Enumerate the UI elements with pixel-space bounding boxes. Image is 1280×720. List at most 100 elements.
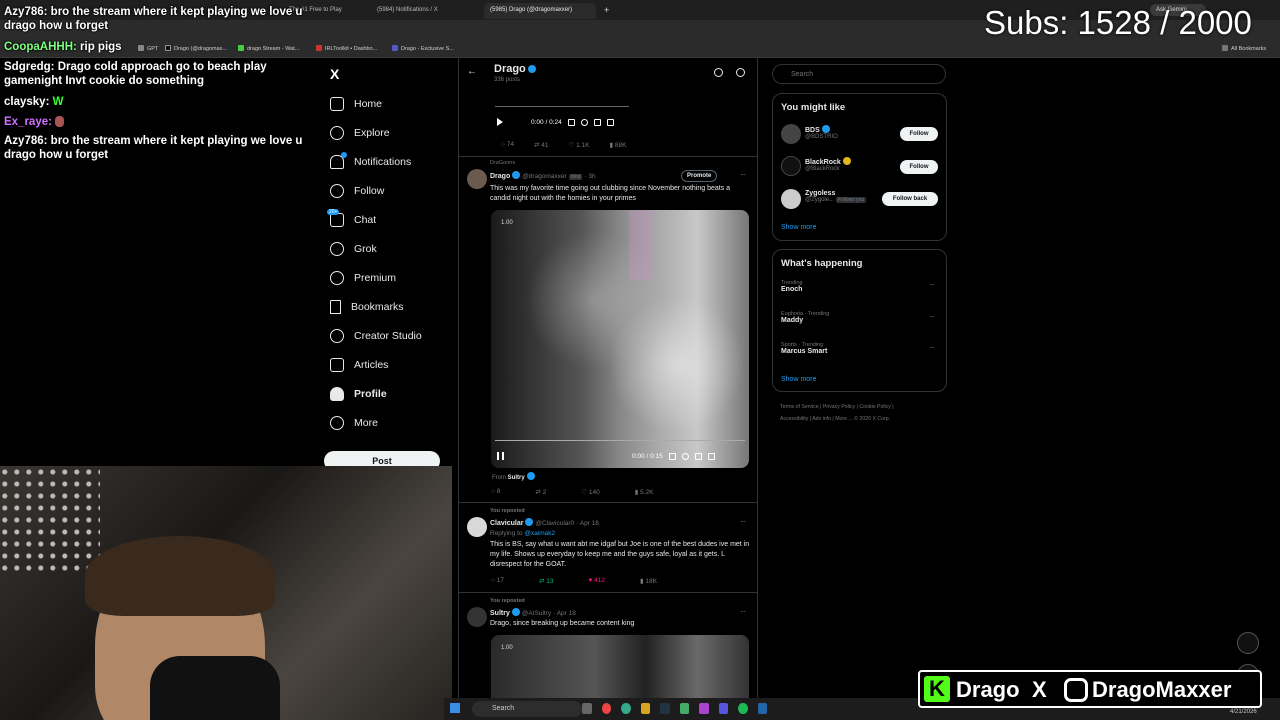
post-author-handle[interactable]: @AISultry bbox=[522, 610, 551, 617]
footer-link[interactable]: More ... bbox=[835, 416, 853, 422]
pip-icon[interactable] bbox=[694, 452, 702, 460]
more-options-icon[interactable]: ··· bbox=[929, 343, 935, 352]
folder-icon[interactable] bbox=[640, 703, 650, 714]
nav-chat[interactable]: 20+ Chat bbox=[327, 209, 376, 227]
settings-icon[interactable] bbox=[681, 452, 689, 460]
volume-icon[interactable] bbox=[668, 452, 676, 460]
browser-tab-active[interactable]: (5985) Drago (@dragomaxxer) bbox=[484, 3, 596, 19]
more-options-icon[interactable]: ··· bbox=[929, 280, 935, 289]
avatar[interactable] bbox=[467, 169, 487, 189]
replying-to-link[interactable]: @xaimak2 bbox=[524, 530, 555, 537]
trend-item[interactable]: Trending Enoch bbox=[781, 280, 803, 293]
more-options-icon[interactable]: ··· bbox=[740, 170, 746, 179]
reply-count[interactable]: ○ 8 bbox=[491, 488, 500, 496]
app-icon[interactable] bbox=[757, 703, 767, 714]
follow-button[interactable]: Follow bbox=[900, 160, 938, 174]
view-count[interactable]: ▮ 18K bbox=[640, 577, 657, 585]
post-time[interactable]: · Apr 18 bbox=[553, 610, 576, 617]
more-options-icon[interactable]: ··· bbox=[740, 607, 746, 616]
search-input[interactable]: Search bbox=[772, 64, 946, 84]
footer-link[interactable]: Privacy Policy bbox=[823, 404, 855, 410]
nav-creator-studio[interactable]: Creator Studio bbox=[330, 329, 422, 343]
steam-icon[interactable] bbox=[660, 703, 670, 714]
app-icon[interactable] bbox=[699, 703, 709, 714]
repost-count[interactable]: ⇄ 2 bbox=[535, 488, 546, 496]
pip-icon[interactable] bbox=[593, 118, 601, 126]
avatar[interactable] bbox=[467, 607, 487, 627]
footer-link[interactable]: Accessibility bbox=[780, 416, 808, 422]
nav-more[interactable]: More bbox=[330, 416, 378, 430]
trend-item[interactable]: Euphoria · Trending Maddy bbox=[781, 311, 829, 324]
task-view-icon[interactable] bbox=[582, 703, 592, 714]
reply-count[interactable]: ○ 74 bbox=[501, 141, 514, 149]
trend-item[interactable]: Sports · Trending Marcus Smart bbox=[781, 342, 827, 355]
windows-start-icon[interactable] bbox=[450, 703, 460, 713]
bookmark-item[interactable]: IRLToolkit • Dashbo... bbox=[316, 45, 377, 52]
browser-tab[interactable]: (5984) Notifications / X bbox=[371, 3, 481, 19]
more-options-icon[interactable]: ··· bbox=[740, 517, 746, 526]
like-count[interactable]: ♡ 1.1K bbox=[568, 141, 589, 149]
post-author-name[interactable]: Clavicular bbox=[490, 520, 523, 527]
post-author-handle[interactable]: @dragomaxxer bbox=[522, 173, 567, 180]
app-icon[interactable] bbox=[679, 703, 689, 714]
view-count[interactable]: ▮ 88K bbox=[609, 141, 626, 149]
fullscreen-icon[interactable] bbox=[707, 452, 715, 460]
video-progress-bar[interactable] bbox=[495, 440, 745, 441]
nav-profile[interactable]: Profile bbox=[330, 387, 387, 401]
footer-link[interactable]: Ads info bbox=[812, 416, 831, 422]
post-author-name[interactable]: Drago bbox=[490, 173, 510, 180]
avatar[interactable] bbox=[781, 189, 801, 209]
nav-grok[interactable]: Grok bbox=[330, 242, 377, 256]
follow-back-button[interactable]: Follow back bbox=[882, 192, 938, 206]
fullscreen-icon[interactable] bbox=[606, 118, 614, 126]
video-source-name[interactable]: Sultry bbox=[508, 475, 525, 481]
promote-button[interactable]: Promote bbox=[681, 170, 718, 182]
search-icon[interactable] bbox=[736, 68, 745, 77]
play-icon[interactable] bbox=[497, 118, 503, 126]
reply-count[interactable]: ○ 17 bbox=[491, 577, 504, 585]
nav-follow[interactable]: Follow bbox=[330, 184, 384, 198]
repost-count[interactable]: ⇄ 13 bbox=[539, 577, 554, 585]
all-bookmarks[interactable]: All Bookmarks bbox=[1222, 45, 1266, 52]
x-logo[interactable]: X bbox=[330, 66, 339, 82]
suggestion-item[interactable]: Zygoless @Zygole... Follows you bbox=[805, 190, 867, 203]
bookmark-item[interactable]: Drago - Exclusive S... bbox=[392, 45, 454, 52]
avatar[interactable] bbox=[467, 517, 487, 537]
more-options-icon[interactable]: ··· bbox=[929, 312, 935, 321]
post-video[interactable]: 1.00 0:00 / 0:15 bbox=[491, 210, 749, 468]
back-arrow-icon[interactable]: ← bbox=[467, 66, 477, 77]
community-label[interactable]: DraGoons bbox=[490, 160, 515, 166]
show-more-link[interactable]: Show more bbox=[781, 376, 816, 383]
nav-notifications[interactable]: Notifications bbox=[330, 152, 411, 169]
chrome-icon[interactable] bbox=[601, 703, 611, 714]
avatar[interactable] bbox=[781, 156, 801, 176]
pause-icon[interactable] bbox=[497, 452, 504, 460]
refresh-icon[interactable] bbox=[714, 68, 723, 77]
nav-articles[interactable]: Articles bbox=[330, 358, 388, 372]
app-icon[interactable] bbox=[718, 703, 728, 714]
volume-icon[interactable] bbox=[567, 118, 575, 126]
edge-icon[interactable] bbox=[621, 703, 631, 714]
footer-link[interactable]: Terms of Service bbox=[780, 404, 819, 410]
settings-icon[interactable] bbox=[580, 118, 588, 126]
nav-explore[interactable]: Explore bbox=[330, 126, 390, 140]
follow-button[interactable]: Follow bbox=[900, 127, 938, 141]
post-author-handle[interactable]: @Clavicular0 bbox=[535, 520, 574, 527]
nav-home[interactable]: Home bbox=[330, 97, 382, 111]
post-author-name[interactable]: Sultry bbox=[490, 610, 510, 617]
avatar[interactable] bbox=[781, 124, 801, 144]
video-progress-bar[interactable] bbox=[495, 106, 629, 107]
nav-bookmarks[interactable]: Bookmarks bbox=[330, 300, 404, 314]
post-time[interactable]: · 3h bbox=[584, 173, 595, 180]
like-count[interactable]: ♥ 412 bbox=[588, 577, 605, 585]
footer-link[interactable]: Cookie Policy bbox=[859, 404, 890, 410]
taskbar-search[interactable]: Search bbox=[472, 701, 582, 717]
nav-premium[interactable]: Premium bbox=[330, 271, 396, 285]
suggestion-item[interactable]: BDS @BDSTRIO bbox=[805, 125, 838, 140]
repost-count[interactable]: ⇄ 41 bbox=[534, 141, 549, 149]
post-time[interactable]: · Apr 18 bbox=[576, 520, 599, 527]
new-tab-button[interactable]: + bbox=[601, 3, 615, 19]
suggestion-item[interactable]: BlackRock @BlackRock bbox=[805, 157, 851, 172]
like-count[interactable]: ♡ 140 bbox=[581, 488, 600, 496]
grok-icon[interactable] bbox=[1237, 632, 1259, 654]
